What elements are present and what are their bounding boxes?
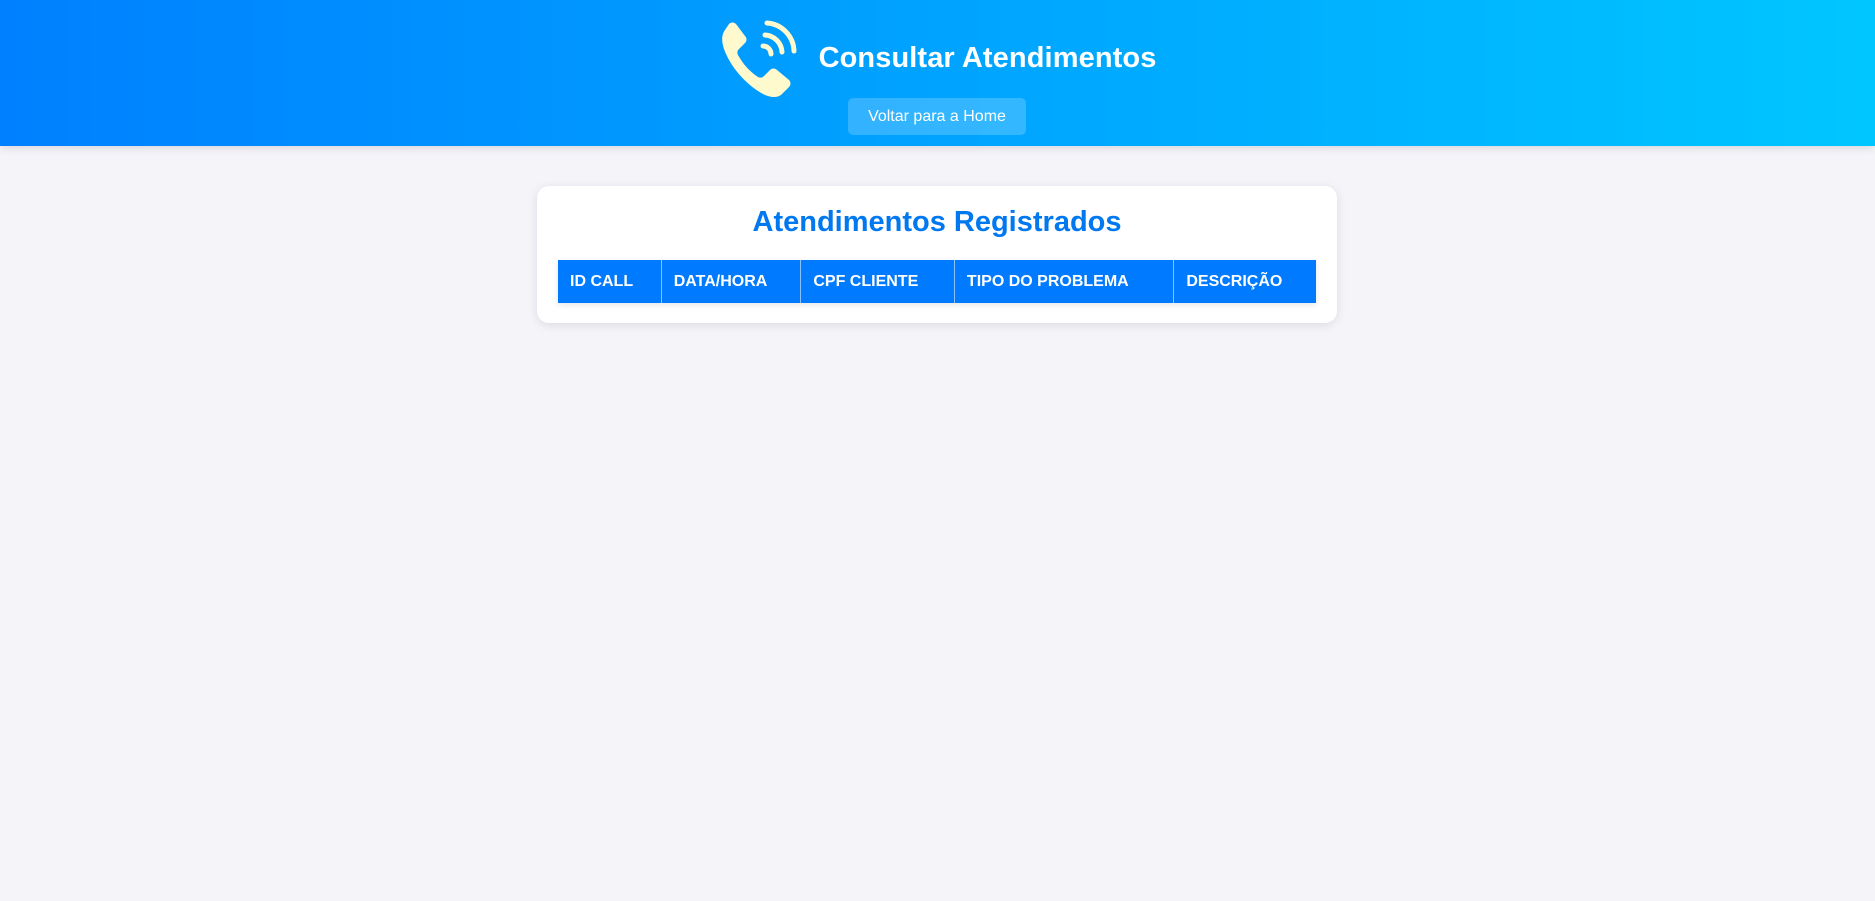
phone-ringing-icon: [721, 20, 797, 97]
page-header: Consultar Atendimentos Voltar para a Hom…: [0, 0, 1875, 146]
records-table: ID CALL DATA/HORA CPF CLIENTE TIPO DO PR…: [558, 260, 1316, 303]
table-header-row: ID CALL DATA/HORA CPF CLIENTE TIPO DO PR…: [558, 260, 1316, 303]
column-header-cpf-cliente: CPF CLIENTE: [800, 260, 955, 303]
back-to-home-button[interactable]: Voltar para a Home: [848, 98, 1026, 135]
records-card: Atendimentos Registrados ID CALL DATA/HO…: [537, 186, 1337, 323]
column-header-problem-type: TIPO DO PROBLEMA: [954, 260, 1175, 303]
header-brand: Consultar Atendimentos: [0, 14, 1875, 102]
column-header-description: DESCRIÇÃO: [1173, 260, 1316, 303]
column-header-date-time: DATA/HORA: [661, 260, 802, 303]
column-header-id-call: ID CALL: [558, 260, 662, 303]
page-title: Consultar Atendimentos: [818, 41, 1157, 74]
section-title: Atendimentos Registrados: [752, 206, 1122, 238]
